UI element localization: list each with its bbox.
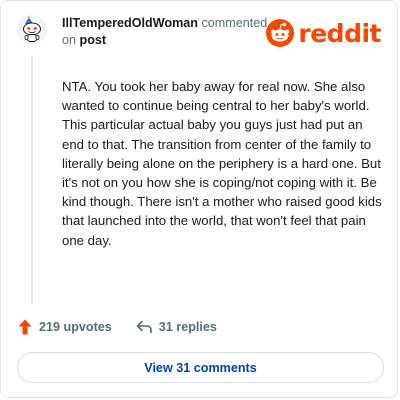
comment-body: NTA. You took her baby away for real now…	[62, 79, 382, 248]
reddit-logo[interactable]: reddit	[266, 19, 381, 47]
replies-button[interactable]: 31 replies	[136, 320, 217, 334]
upvotes-count: 219 upvotes	[39, 320, 112, 334]
replies-count: 31 replies	[158, 320, 217, 334]
comment-card: IllTemperedOldWoman commented on post re…	[0, 0, 398, 398]
comment-actions: 219 upvotes 31 replies	[18, 319, 217, 335]
on-label: on	[62, 33, 77, 47]
post-link[interactable]: post	[80, 33, 107, 47]
thread-line[interactable]	[31, 55, 33, 305]
reply-arrow-icon	[136, 320, 159, 334]
upvote-arrow-icon	[18, 319, 39, 335]
commented-label: commented	[201, 16, 268, 30]
comment-header: IllTemperedOldWoman commented on post	[62, 15, 277, 49]
snoo-avatar-icon[interactable]	[17, 15, 47, 45]
author-username[interactable]: IllTemperedOldWoman	[62, 16, 198, 30]
upvote-button[interactable]: 219 upvotes	[18, 319, 112, 335]
view-comments-button[interactable]: View 31 comments	[17, 352, 384, 383]
reddit-snoo-icon	[266, 19, 295, 47]
reddit-wordmark: reddit	[298, 18, 381, 48]
